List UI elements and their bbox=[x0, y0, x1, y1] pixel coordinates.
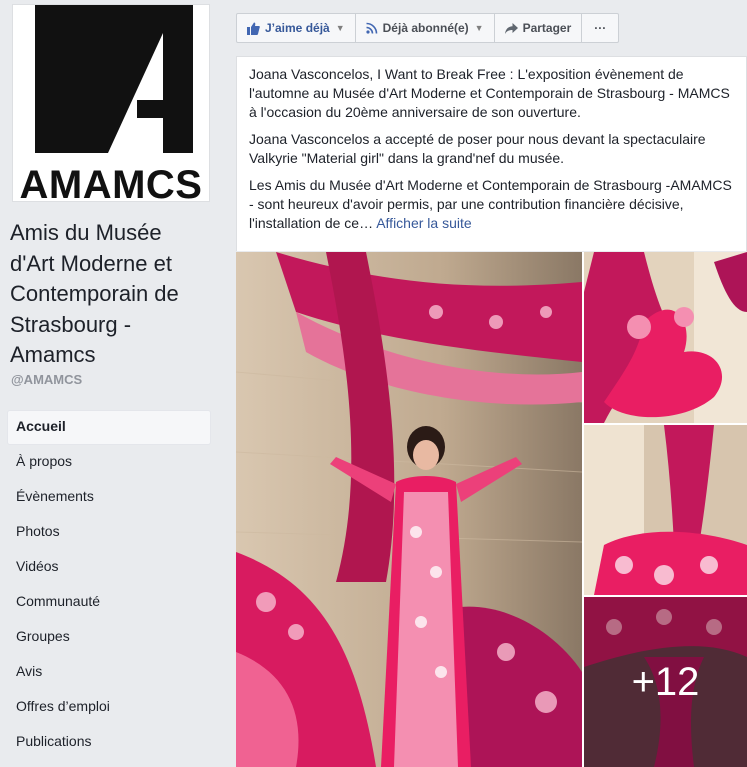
photo-thumb-1-image bbox=[584, 252, 747, 423]
nav-item-videos[interactable]: Vidéos bbox=[7, 550, 211, 585]
more-options-icon: ··· bbox=[594, 21, 607, 35]
page-title[interactable]: Amis du Musée d'Art Moderne et Contempor… bbox=[10, 218, 215, 371]
follow-button[interactable]: Déjà abonné(e) ▼ bbox=[354, 13, 495, 43]
follow-button-label: Déjà abonné(e) bbox=[382, 21, 469, 35]
page-title-line: Strasbourg - bbox=[10, 311, 132, 337]
post-paragraph: Les Amis du Musée d'Art Moderne et Conte… bbox=[249, 176, 734, 233]
page-sidebar: AMAMCS Amis du Musée d'Art Moderne et Co… bbox=[0, 0, 222, 767]
chevron-down-icon: ▼ bbox=[335, 23, 345, 33]
nav-item-publications[interactable]: Publications bbox=[7, 725, 211, 760]
like-button[interactable]: J’aime déjà ▼ bbox=[236, 13, 356, 43]
nav-item-accueil[interactable]: Accueil bbox=[7, 410, 211, 445]
nav-item-offres-emploi[interactable]: Offres d’emploi bbox=[7, 690, 211, 725]
thumbs-up-icon bbox=[247, 22, 260, 35]
photo-thumb-2-image bbox=[584, 425, 747, 595]
post-text: Joana Vasconcelos, I Want to Break Free … bbox=[236, 56, 747, 251]
main-content: J’aime déjà ▼ Déjà abonné(e) ▼ Partager bbox=[222, 0, 747, 767]
share-button-label: Partager bbox=[522, 21, 572, 35]
page-actions-bar: J’aime déjà ▼ Déjà abonné(e) ▼ Partager bbox=[236, 13, 620, 45]
more-photos-overlay[interactable]: +12 bbox=[584, 597, 747, 767]
rss-icon bbox=[366, 22, 378, 34]
post-paragraph: Joana Vasconcelos a accepté de poser pou… bbox=[249, 131, 706, 166]
nav-item-a-propos[interactable]: À propos bbox=[7, 445, 211, 480]
post-paragraph-text: Les Amis du Musée d'Art Moderne et Conte… bbox=[249, 177, 732, 231]
see-more-link[interactable]: Afficher la suite bbox=[376, 215, 471, 231]
chevron-down-icon: ▼ bbox=[474, 23, 484, 33]
nav-item-avis[interactable]: Avis bbox=[7, 655, 211, 690]
logo-wordmark: AMAMCS bbox=[19, 163, 203, 202]
nav-item-communaute[interactable]: Communauté bbox=[7, 585, 211, 620]
page-handle[interactable]: @AMAMCS bbox=[11, 372, 82, 387]
page-profile-picture[interactable]: AMAMCS bbox=[12, 4, 210, 202]
page-title-line: Amis du Musée bbox=[10, 220, 162, 245]
page-title-line: d'Art Moderne et bbox=[10, 250, 172, 276]
nav-item-groupes[interactable]: Groupes bbox=[7, 620, 211, 655]
like-button-label: J’aime déjà bbox=[265, 21, 330, 35]
post-paragraph: Joana Vasconcelos, I Want to Break Free … bbox=[249, 66, 730, 120]
photo-thumb-1[interactable] bbox=[584, 252, 747, 423]
photo-thumb-2[interactable] bbox=[584, 425, 747, 595]
more-options-button[interactable]: ··· bbox=[581, 13, 620, 43]
photo-main[interactable] bbox=[236, 252, 582, 767]
page-nav: Accueil À propos Évènements Photos Vidéo… bbox=[7, 410, 211, 760]
page-title-line: Amamcs bbox=[10, 342, 96, 367]
photo-main-image bbox=[236, 252, 582, 767]
share-button[interactable]: Partager bbox=[493, 13, 583, 43]
share-arrow-icon bbox=[504, 22, 518, 34]
photo-thumb-3[interactable]: +12 bbox=[584, 597, 747, 767]
nav-item-evenements[interactable]: Évènements bbox=[7, 480, 211, 515]
page-title-line: Contemporain de bbox=[10, 281, 179, 306]
photo-grid: +12 bbox=[236, 252, 747, 767]
nav-item-photos[interactable]: Photos bbox=[7, 515, 211, 550]
